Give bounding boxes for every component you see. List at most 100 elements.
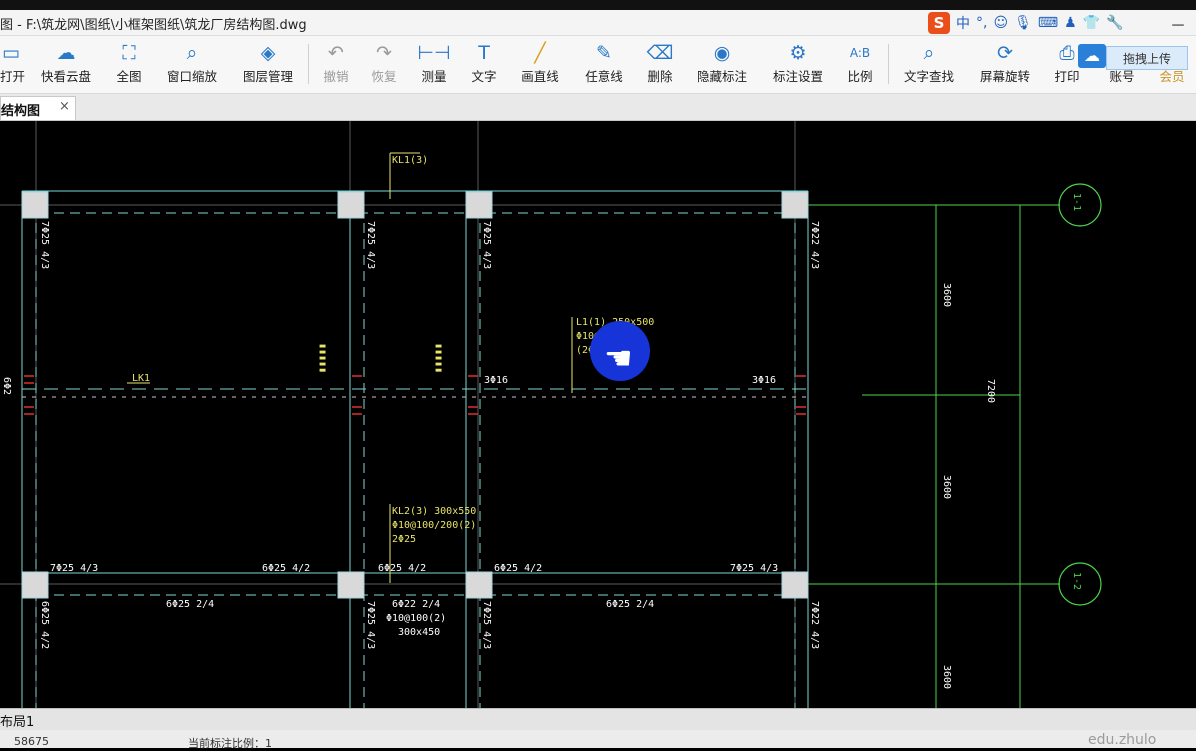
window-zoom-button[interactable]: ⌕ 窗口缩放 xyxy=(160,40,224,90)
dimension-text: 3600 xyxy=(941,475,952,499)
minimize-button[interactable]: － xyxy=(1170,12,1186,36)
rebar-label: Φ10@100(2) xyxy=(386,613,446,624)
top-strip xyxy=(0,0,1196,10)
beam-label: KL1(3) xyxy=(392,155,428,166)
user-icon[interactable]: ♟ xyxy=(1064,15,1077,31)
fit-view-icon: ⛶ xyxy=(122,42,136,64)
line-icon: ╱ xyxy=(534,42,546,64)
rebar-label: 6Φ22 2/4 xyxy=(392,599,440,610)
dimension-text: 3600 xyxy=(941,665,952,689)
cloud-disk-button[interactable]: ☁ 快看云盘 xyxy=(36,40,96,90)
wrench-icon[interactable]: 🔧 xyxy=(1106,15,1123,31)
search-doc-icon: ⌕ xyxy=(923,42,935,64)
rebar-label: 7Φ25 4/3 xyxy=(39,221,50,269)
rebar-label: 6Φ25 2/4 xyxy=(166,599,214,610)
coordinate-readout: 58675 xyxy=(14,735,49,748)
ruler-icon: ⊢⊣ xyxy=(417,42,451,64)
beam-label: Φ10@100/200(2) xyxy=(392,520,476,531)
scale-icon: A:B xyxy=(849,46,871,60)
open-button[interactable]: ▭ 打开 xyxy=(0,40,25,90)
dimension-text: 7200 xyxy=(985,379,996,403)
ime-toolbar[interactable]: S 中 °, ☺ 🎙 ⌨ ♟ 👕 🔧 xyxy=(928,12,1124,34)
ime-punct-toggle[interactable]: °, xyxy=(976,15,987,31)
toolbar-divider xyxy=(308,44,309,84)
rebar-label: 3Φ16 xyxy=(752,375,776,386)
rebar-label: 6Φ25 4/2 xyxy=(378,563,426,574)
grid-lines xyxy=(0,121,1060,708)
document-tabbar: 结构图 × xyxy=(0,94,1196,121)
pen-icon: ✎ xyxy=(596,42,612,64)
emoji-icon[interactable]: ☺ xyxy=(993,15,1008,31)
ime-lang-toggle[interactable]: 中 xyxy=(956,13,970,33)
rebar-label: 7Φ25 4/3 xyxy=(481,601,492,649)
sogou-logo-icon[interactable]: S xyxy=(928,12,950,34)
rebar-label: 6Φ25 4/2 xyxy=(494,563,542,574)
screen-rotate-button[interactable]: ⟳ 屏幕旋转 xyxy=(974,40,1036,90)
keyboard-icon[interactable]: ⌨ xyxy=(1038,15,1058,31)
hide-annotation-button[interactable]: ◉ 隐藏标注 xyxy=(692,40,752,90)
beam-label: ▮▮▮▮▮ xyxy=(317,343,328,373)
folder-icon: ▭ xyxy=(2,42,20,64)
eye-off-icon: ◉ xyxy=(713,42,731,64)
rebar-label: 6Φ25 4/2 xyxy=(39,601,50,649)
title-bar: 图 - F:\筑龙网\图纸\小框架图纸\筑龙厂房结构图.dwg S 中 °, ☺… xyxy=(0,10,1196,36)
layout-tabbar: 布局1 xyxy=(0,708,1196,730)
rebar-label: 6Φ25 4/2 xyxy=(262,563,310,574)
skin-icon[interactable]: 👕 xyxy=(1083,15,1100,31)
redo-button[interactable]: ↷ 恢复 xyxy=(366,40,402,90)
redo-icon: ↷ xyxy=(376,42,392,64)
cloud-upload-icon[interactable]: ☁ xyxy=(1078,44,1106,68)
undo-button[interactable]: ↶ 撤销 xyxy=(318,40,354,90)
upload-button[interactable]: 拖拽上传 xyxy=(1106,46,1188,70)
beam-label: 2Φ25 xyxy=(392,534,416,545)
rebar-label: 7Φ25 4/3 xyxy=(730,563,778,574)
toolbar-divider xyxy=(888,44,889,84)
full-view-button[interactable]: ⛶ 全图 xyxy=(110,40,148,90)
beam-label: ▮▮▮▮▮ xyxy=(433,343,444,373)
tab-label: 结构图 xyxy=(1,104,41,119)
measure-button[interactable]: ⊢⊣ 测量 xyxy=(416,40,452,90)
rebar-label: 7Φ25 4/3 xyxy=(365,221,376,269)
text-icon: T xyxy=(478,42,490,64)
beam-label: KL2(3) 300x550 xyxy=(392,506,476,517)
status-bar: 58675 当前标注比例：1 xyxy=(0,730,1196,750)
scale-button[interactable]: A:B 比例 xyxy=(842,40,878,90)
rebar-label: 7Φ22 4/3 xyxy=(809,601,820,649)
text-search-button[interactable]: ⌕ 文字查找 xyxy=(898,40,960,90)
tab-layout[interactable]: 布局1 xyxy=(0,711,34,730)
scale-readout: 当前标注比例：1 xyxy=(188,737,272,750)
rebar-label: 6Φ25 2/4 xyxy=(606,599,654,610)
cad-drawing[interactable]: KL1(3) L1(1) 250x500 Φ10@200(2) (2Φ14);6… xyxy=(0,121,1196,708)
eraser-icon: ⌫ xyxy=(646,42,674,64)
rebar-label: 3Φ16 xyxy=(484,375,508,386)
microphone-icon[interactable]: 🎙 xyxy=(1014,15,1032,31)
rebar-label: 7Φ25 4/3 xyxy=(50,563,98,574)
rotate-icon: ⟳ xyxy=(997,42,1013,64)
tab-document[interactable]: 结构图 × xyxy=(0,96,76,120)
rebar-label: 7Φ25 4/3 xyxy=(365,601,376,649)
beam-label: LK1 xyxy=(132,373,150,384)
window-title: 图 - F:\筑龙网\图纸\小框架图纸\筑龙厂房结构图.dwg xyxy=(0,18,307,33)
main-toolbar: ▭ 打开 ☁ 快看云盘 ⛶ 全图 ⌕ 窗口缩放 ◈ 图层管理 ↶ 撤销 ↷ 恢复… xyxy=(0,36,1196,94)
dimension-text: 3600 xyxy=(941,283,952,307)
text-button[interactable]: T 文字 xyxy=(466,40,502,90)
cloud-icon: ☁ xyxy=(56,42,76,64)
hand-cursor-icon: ☚ xyxy=(604,339,633,377)
close-icon[interactable]: × xyxy=(59,99,70,114)
drawing-canvas[interactable]: KL1(3) L1(1) 250x500 Φ10@200(2) (2Φ14);6… xyxy=(0,121,1196,708)
layer-manage-button[interactable]: ◈ 图层管理 xyxy=(236,40,300,90)
draw-line-button[interactable]: ╱ 画直线 xyxy=(516,40,564,90)
dimension-lines xyxy=(808,204,1060,708)
undo-icon: ↶ xyxy=(328,42,344,64)
layers-icon: ◈ xyxy=(260,42,276,64)
settings-icon: ⚙ xyxy=(789,42,807,64)
rebar-label: 7Φ22 4/3 xyxy=(809,221,820,269)
annotation-settings-button[interactable]: ⚙ 标注设置 xyxy=(768,40,828,90)
freehand-line-button[interactable]: ✎ 任意线 xyxy=(580,40,628,90)
rebar-label: 300x450 xyxy=(398,627,440,638)
rebar-label: 7Φ25 4/3 xyxy=(481,221,492,269)
watermark: edu.zhulo xyxy=(1088,732,1157,748)
rebar-label: 6Φ2 xyxy=(1,377,12,395)
axis-label: 1-2 xyxy=(1071,572,1082,590)
delete-button[interactable]: ⌫ 删除 xyxy=(642,40,678,90)
